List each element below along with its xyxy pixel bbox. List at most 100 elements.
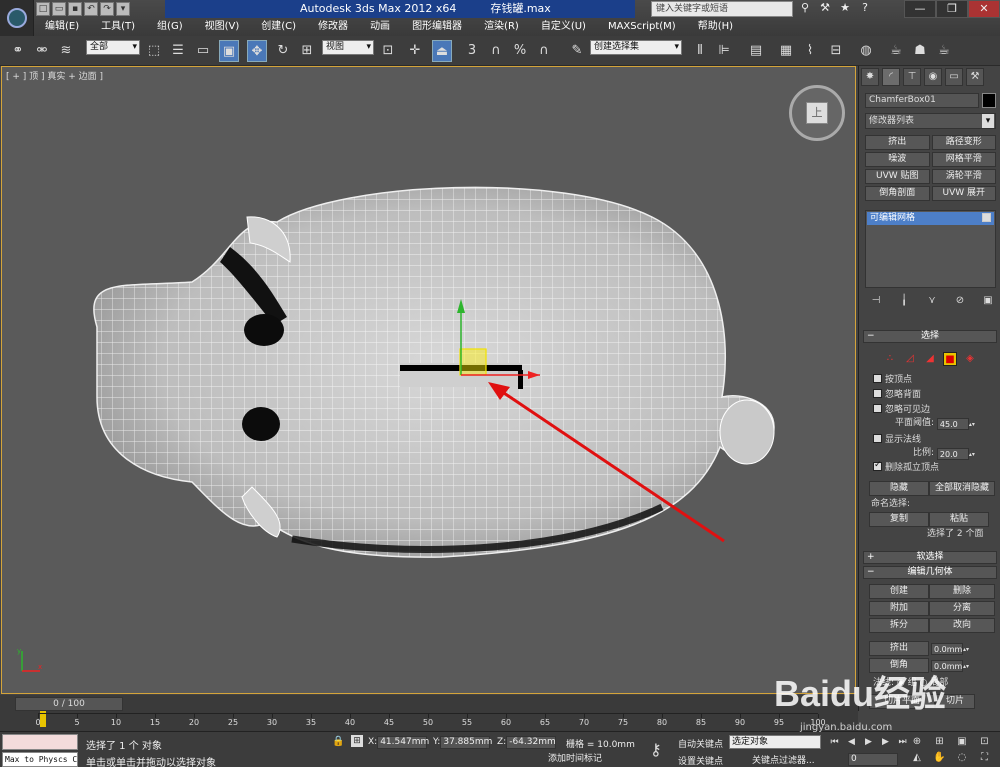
create-tab-icon[interactable]: ✸ xyxy=(861,68,879,86)
slice-plane-button[interactable]: 切片平面 xyxy=(869,694,935,709)
next-frame-icon[interactable]: ▶ xyxy=(879,735,892,749)
menu-modifiers[interactable]: 修改器 xyxy=(307,18,359,36)
meshsmooth-modifier-button[interactable]: 网格平滑 xyxy=(931,152,996,167)
extrude-amount-spinner[interactable]: 0.0mm▴▾ xyxy=(931,642,969,656)
selection-rollout-header[interactable]: − 选择 xyxy=(863,330,997,343)
link-icon[interactable]: ⚭ xyxy=(8,40,28,62)
bevel-profile-modifier-button[interactable]: 倒角剖面 xyxy=(865,186,930,201)
unwrap-uvw-modifier-button[interactable]: UVW 展开 xyxy=(931,186,996,201)
stack-item-toggle[interactable] xyxy=(982,213,991,222)
slice-button[interactable]: 切片 xyxy=(935,694,975,709)
uvw-map-modifier-button[interactable]: UVW 贴图 xyxy=(865,169,930,184)
delete-isolated-vertices-checkbox[interactable]: 删除孤立顶点 xyxy=(873,460,939,474)
pin-stack-icon[interactable]: ⊣ xyxy=(869,294,883,307)
make-unique-icon[interactable]: ⋎ xyxy=(925,294,939,307)
menu-create[interactable]: 创建(C) xyxy=(250,18,307,36)
reference-coordinate-dropdown[interactable]: 视图 xyxy=(322,40,374,55)
display-tab-icon[interactable]: ▭ xyxy=(945,68,963,86)
ignore-backfacing-checkbox[interactable]: 忽略背面 xyxy=(873,389,921,401)
model-canvas[interactable] xyxy=(2,67,856,694)
modifier-list-dropdown[interactable]: 修改器列表 xyxy=(865,113,996,129)
selection-lock-icon[interactable]: 🔒 xyxy=(332,736,344,747)
current-frame-field[interactable]: 0 xyxy=(848,753,898,766)
ignore-visible-edges-checkbox[interactable]: 忽略可见边 xyxy=(873,404,930,416)
soft-selection-rollout-header[interactable]: + 软选择 xyxy=(863,551,997,564)
orbit-icon[interactable]: ◌ xyxy=(955,751,969,765)
menu-animation[interactable]: 动画 xyxy=(359,18,401,36)
vertex-level-icon[interactable]: ∴ xyxy=(883,352,897,366)
undo-icon[interactable]: ↶ xyxy=(84,2,98,16)
menu-edit[interactable]: 编辑(E) xyxy=(34,18,90,36)
element-level-icon[interactable]: ◈ xyxy=(963,352,977,366)
binoculars-icon[interactable]: ⚲ xyxy=(798,1,812,15)
time-slider[interactable]: 0 / 100 xyxy=(15,697,123,711)
zoom-all-icon[interactable]: ⊞ xyxy=(933,735,947,749)
select-and-scale-icon[interactable]: ⊞ xyxy=(297,40,317,62)
minimize-button[interactable]: — xyxy=(904,0,936,18)
turbosmooth-modifier-button[interactable]: 涡轮平滑 xyxy=(931,169,996,184)
zoom-extents-icon[interactable]: ▣ xyxy=(955,735,969,749)
checkbox-icon[interactable] xyxy=(873,374,882,383)
edit-geometry-rollout-header[interactable]: − 编辑几何体 xyxy=(863,566,997,579)
previous-frame-icon[interactable]: ◀ xyxy=(845,735,858,749)
viewport-label-menu[interactable]: [ + ] 顶 ] 真实 + 边面 ] xyxy=(6,69,103,82)
rectangular-selection-icon[interactable]: ▭ xyxy=(193,40,213,62)
unhide-all-button[interactable]: 全部取消隐藏 xyxy=(929,481,995,496)
polygon-level-icon[interactable]: ■ xyxy=(943,352,957,366)
remove-modifier-icon[interactable]: ⊘ xyxy=(953,294,967,307)
edit-named-selection-icon[interactable]: ✎ xyxy=(567,40,587,62)
normal-scale-spinner[interactable]: 比例: 20.0 ▴▾ xyxy=(913,447,975,461)
menu-help[interactable]: 帮助(H) xyxy=(687,18,744,36)
noise-modifier-button[interactable]: 噪波 xyxy=(865,152,930,167)
stack-item-editable-mesh[interactable]: 可编辑网格 xyxy=(867,212,994,225)
select-by-name-icon[interactable]: ☰ xyxy=(168,40,188,62)
add-time-tag-button[interactable]: 添加时间标记 xyxy=(548,752,628,766)
absolute-mode-icon[interactable]: ⊞ xyxy=(351,735,363,747)
play-icon[interactable]: ▶ xyxy=(862,735,875,749)
object-name-field[interactable]: ChamferBox01 xyxy=(865,93,979,108)
edge-level-icon[interactable]: ◿ xyxy=(903,352,917,366)
render-setup-icon[interactable]: ☕ xyxy=(886,40,906,62)
copy-selection-button[interactable]: 复制 xyxy=(869,512,929,527)
face-level-icon[interactable]: ◢ xyxy=(923,352,937,366)
open-file-icon[interactable]: ▭ xyxy=(52,2,66,16)
material-editor-icon[interactable]: ◍ xyxy=(856,40,876,62)
angle-snap-icon[interactable]: ∩ xyxy=(486,40,506,62)
maxscript-mini-listener[interactable] xyxy=(2,734,78,750)
select-and-move-icon[interactable]: ✥ xyxy=(247,40,267,62)
curve-editor-icon[interactable]: ⌇ xyxy=(800,40,820,62)
pan-icon[interactable]: ✋ xyxy=(933,751,947,765)
hierarchy-tab-icon[interactable]: ⊤ xyxy=(903,68,921,86)
chamfer-amount-spinner[interactable]: 0.0mm▴▾ xyxy=(931,659,969,673)
go-to-end-icon[interactable]: ⏭ xyxy=(896,735,909,749)
new-file-icon[interactable]: □ xyxy=(36,2,50,16)
show-normals-checkbox[interactable]: 显示法线 xyxy=(873,434,921,446)
planar-threshold-spinner[interactable]: 平面阈值: 45.0 ▴▾ xyxy=(895,417,975,431)
select-and-rotate-icon[interactable]: ↻ xyxy=(273,40,293,62)
rendered-frame-icon[interactable]: ☗ xyxy=(910,40,930,62)
motion-tab-icon[interactable]: ◉ xyxy=(924,68,942,86)
graphite-ribbon-icon[interactable]: ▦ xyxy=(776,40,796,62)
attach-button[interactable]: 附加 xyxy=(869,601,929,616)
align-icon[interactable]: ⊫ xyxy=(714,40,734,62)
menu-tools[interactable]: 工具(T) xyxy=(90,18,146,36)
split-button[interactable]: 拆分 xyxy=(869,618,929,633)
favorites-star-icon[interactable]: ★ xyxy=(838,1,852,15)
named-selection-dropdown[interactable]: 创建选择集 xyxy=(590,40,682,55)
maximize-button[interactable]: ❐ xyxy=(936,0,968,18)
perspective-viewport[interactable]: [ + ] 顶 ] 真实 + 边面 ] 上 y x xyxy=(1,66,856,694)
viewcube[interactable]: 上 xyxy=(789,85,845,141)
frame-ruler[interactable]: 0 5 10 15 20 25 30 35 40 45 50 55 60 65 70 75 80 85 90 95 10… xyxy=(35,713,826,727)
save-file-icon[interactable]: ▪ xyxy=(68,2,82,16)
app-menu-button[interactable] xyxy=(0,0,34,36)
detach-button[interactable]: 分离 xyxy=(929,601,995,616)
modifier-stack[interactable]: 可编辑网格 xyxy=(865,210,996,288)
quick-access-dropdown-icon[interactable]: ▾ xyxy=(116,2,130,16)
checkbox-checked-icon[interactable] xyxy=(873,460,882,471)
show-end-result-icon[interactable]: ╽ xyxy=(897,294,911,307)
extrude-modifier-button[interactable]: 挤出 xyxy=(865,135,930,150)
create-button[interactable]: 创建 xyxy=(869,584,929,599)
field-of-view-icon[interactable]: ◭ xyxy=(910,751,924,765)
menu-maxscript[interactable]: MAXScript(M) xyxy=(597,18,687,36)
menu-rendering[interactable]: 渲染(R) xyxy=(473,18,530,36)
